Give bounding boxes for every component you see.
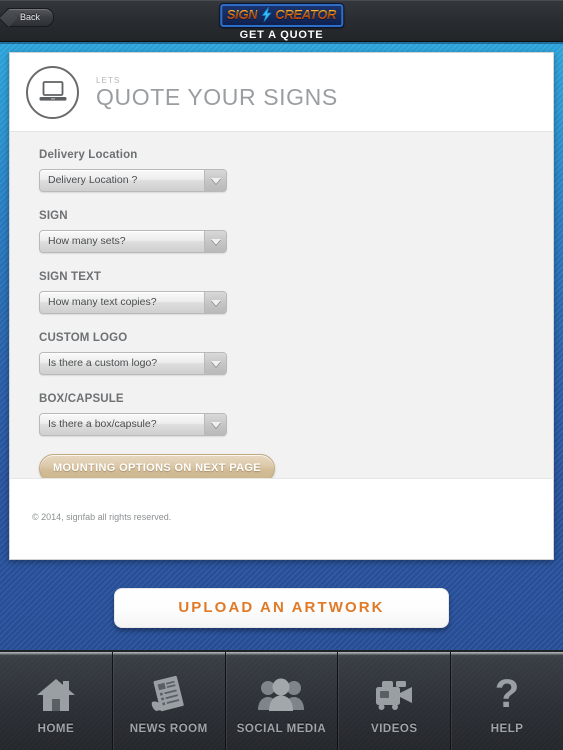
bottom-tab-bar: HOME NEWS ROOM SOCIAL MEDIA VIDEOS ? HEL…: [0, 652, 563, 750]
field-label: SIGN TEXT: [39, 271, 102, 283]
card-header: LETS QUOTE YOUR SIGNS: [10, 53, 553, 132]
select-value: Is there a custom logo?: [48, 357, 158, 369]
tab-home[interactable]: HOME: [0, 652, 112, 750]
upload-artwork-button[interactable]: UPLOAD AN ARTWORK: [114, 588, 449, 628]
card-title: QUOTE YOUR SIGNS: [96, 83, 338, 110]
app-logo: SIGN CREATOR GET A QUOTE: [219, 4, 344, 41]
logo-text-creator: CREATOR: [275, 7, 337, 22]
field-label: Delivery Location: [39, 149, 138, 161]
field-sign: SIGN How many sets?: [10, 210, 553, 253]
svg-text:?: ?: [495, 674, 519, 716]
question-mark-icon: ?: [491, 674, 523, 716]
field-delivery-location: Delivery Location Delivery Location ?: [10, 149, 553, 192]
select-value: Is there a box/capsule?: [48, 418, 157, 430]
lightning-bolt-icon: [261, 7, 272, 22]
tab-label: SOCIAL MEDIA: [236, 722, 327, 735]
laptop-icon: [26, 65, 79, 119]
card-header-text: LETS QUOTE YOUR SIGNS: [96, 76, 338, 109]
tab-videos[interactable]: VIDEOS: [337, 652, 451, 750]
sign-select[interactable]: How many sets?: [39, 230, 227, 253]
chevron-down-icon[interactable]: [204, 353, 226, 374]
top-navigation-bar: Back SIGN CREATOR GET A QUOTE: [0, 0, 563, 42]
tab-social-media[interactable]: SOCIAL MEDIA: [224, 652, 338, 750]
custom-logo-select[interactable]: Is there a custom logo?: [39, 352, 227, 375]
newspaper-icon: [148, 674, 190, 716]
tab-label: VIDEOS: [371, 722, 418, 735]
topbar-highlight: [0, 0, 563, 1]
select-value: Delivery Location ?: [48, 174, 138, 186]
box-capsule-select[interactable]: Is there a box/capsule?: [39, 413, 227, 436]
card-body: Delivery Location Delivery Location ? SI…: [10, 132, 553, 522]
chevron-down-icon[interactable]: [204, 170, 226, 191]
quote-form-card: LETS QUOTE YOUR SIGNS Delivery Location …: [9, 52, 554, 560]
people-icon: [257, 674, 305, 716]
back-button-label: Back: [19, 12, 40, 22]
video-camera-icon: [372, 674, 416, 716]
field-custom-logo: CUSTOM LOGO Is there a custom logo?: [10, 332, 553, 375]
home-icon: [34, 674, 78, 716]
tab-label: NEWS ROOM: [129, 722, 208, 735]
logo-badge: SIGN CREATOR: [219, 4, 344, 27]
chevron-down-icon[interactable]: [204, 414, 226, 435]
tab-news-room[interactable]: NEWS ROOM: [111, 652, 225, 750]
tab-label: HOME: [37, 722, 75, 735]
field-sign-text: SIGN TEXT How many text copies?: [10, 271, 553, 314]
card-bottom-strip: [10, 478, 553, 509]
app-root: Back SIGN CREATOR GET A QUOTE LETS QUOTE…: [0, 0, 563, 750]
select-value: How many sets?: [48, 235, 126, 247]
chevron-down-icon[interactable]: [204, 292, 226, 313]
background-top-rule: [0, 42, 563, 44]
tab-help[interactable]: ? HELP: [450, 652, 563, 750]
chevron-down-icon[interactable]: [204, 231, 226, 252]
back-button[interactable]: Back: [6, 8, 54, 27]
field-label: CUSTOM LOGO: [39, 332, 128, 344]
field-box-capsule: BOX/CAPSULE Is there a box/capsule?: [10, 393, 553, 436]
field-label: BOX/CAPSULE: [39, 393, 124, 405]
field-label: SIGN: [39, 210, 68, 222]
page-title: GET A QUOTE: [239, 29, 324, 41]
sign-text-select[interactable]: How many text copies?: [39, 291, 227, 314]
select-value: How many text copies?: [48, 296, 157, 308]
logo-text-sign: SIGN: [226, 7, 258, 22]
tab-label: HELP: [490, 722, 524, 735]
delivery-location-select[interactable]: Delivery Location ?: [39, 169, 227, 192]
